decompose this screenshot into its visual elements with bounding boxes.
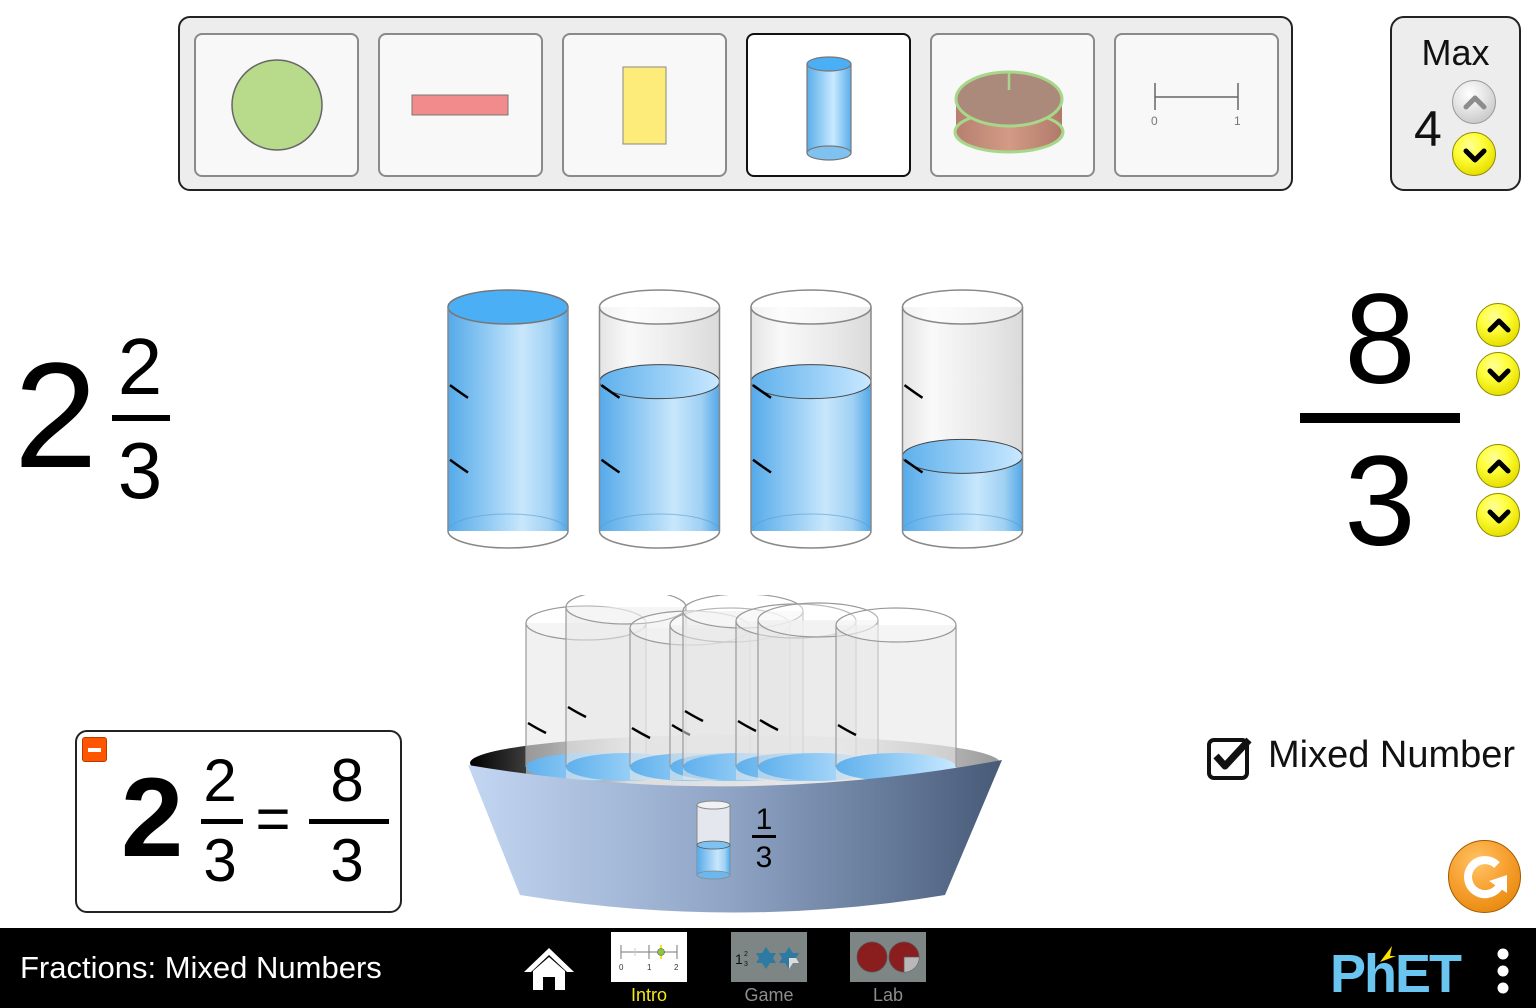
screen-tab-game[interactable]: 1 2 3 Game bbox=[731, 930, 807, 1008]
screen-tab-game-label: Game bbox=[744, 985, 794, 1005]
screen-tab-intro[interactable]: 0 1 2 Intro bbox=[611, 930, 687, 1008]
navigation-bar: Fractions: Mixed Numbers 0 1 2 Intro 1 2 bbox=[0, 928, 1536, 1008]
mixed-number-label[interactable]: Mixed Number bbox=[1268, 734, 1515, 777]
play-area: 0 1 Max 4 2 2 3 8 3 1 3 2 2 3 = 8 3 Mixe… bbox=[0, 0, 1536, 928]
piece-bucket: 1 3 bbox=[468, 595, 1002, 913]
equation-panel: 2 2 3 = 8 3 bbox=[75, 730, 402, 913]
svg-text:2: 2 bbox=[744, 951, 748, 958]
container-water bbox=[448, 307, 568, 531]
improper-numerator: 8 bbox=[1344, 268, 1416, 411]
intro-thumb-label-1: 1 bbox=[647, 963, 652, 972]
bucket-piece-8[interactable] bbox=[835, 607, 957, 781]
phet-logo: PhET bbox=[1330, 944, 1464, 998]
numerator-increment-button[interactable] bbox=[1476, 303, 1520, 347]
representation-panel: 0 1 bbox=[178, 16, 1293, 191]
screen-tab-intro-label: Intro bbox=[630, 985, 668, 1005]
intro-thumb-label-2: 2 bbox=[674, 963, 679, 972]
mixed-numerator: 2 bbox=[117, 322, 163, 411]
phet-menu-button[interactable] bbox=[1490, 946, 1516, 996]
max-value: 4 bbox=[1414, 101, 1442, 157]
sim-title: Fractions: Mixed Numbers bbox=[20, 950, 382, 985]
representation-vertical-bar-button[interactable] bbox=[562, 33, 727, 177]
bucket-piece-bar bbox=[752, 835, 776, 838]
beaker-icon bbox=[806, 56, 852, 161]
equation-rhs-numerator: 8 bbox=[330, 747, 364, 814]
game-screen-icon: 1 2 3 bbox=[731, 932, 807, 982]
mixed-denominator: 3 bbox=[117, 426, 163, 515]
intro-thumb-label-0: 0 bbox=[619, 963, 624, 972]
vertical-bar-icon bbox=[622, 66, 667, 145]
representation-cake-button[interactable] bbox=[930, 33, 1095, 177]
horizontal-bar-icon bbox=[411, 94, 509, 116]
number-line-label-1: 1 bbox=[1234, 114, 1241, 128]
screen-tab-lab[interactable]: Lab bbox=[850, 930, 926, 1008]
more-options-icon bbox=[1497, 948, 1509, 994]
max-panel: Max 4 bbox=[1390, 16, 1521, 191]
container-4[interactable] bbox=[901, 289, 1024, 549]
improper-denominator: 3 bbox=[1344, 430, 1416, 573]
containers-area bbox=[447, 289, 1024, 549]
svg-text:3: 3 bbox=[744, 961, 748, 968]
max-increment-button[interactable] bbox=[1452, 80, 1496, 124]
representation-circle-button[interactable] bbox=[194, 33, 359, 177]
phet-brand-text: PhET bbox=[1330, 944, 1462, 998]
container-water bbox=[599, 381, 720, 531]
chevron-down-icon bbox=[1487, 509, 1511, 524]
screen-tab-lab-label: Lab bbox=[872, 985, 904, 1005]
mixed-whole-number: 2 bbox=[14, 331, 98, 499]
max-label: Max bbox=[1421, 32, 1490, 73]
container-2[interactable] bbox=[598, 289, 721, 549]
lab-screen-icon bbox=[850, 932, 926, 982]
equation-rhs-denominator: 3 bbox=[330, 827, 364, 894]
number-line-label-0: 0 bbox=[1151, 114, 1158, 128]
chevron-up-icon bbox=[1463, 95, 1487, 110]
representation-horizontal-bar-button[interactable] bbox=[378, 33, 543, 177]
cake-icon bbox=[953, 70, 1065, 154]
container-water bbox=[751, 381, 871, 531]
chevron-up-icon bbox=[1487, 459, 1511, 474]
numerator-decrement-button[interactable] bbox=[1476, 352, 1520, 396]
collapse-equation-button[interactable] bbox=[82, 737, 107, 762]
bucket-piece-numerator: 1 bbox=[756, 803, 773, 836]
equation-numerator: 2 bbox=[203, 747, 237, 814]
equation-right-bar bbox=[309, 819, 389, 824]
game-thumb-text: 1 bbox=[735, 951, 743, 967]
denominator-decrement-button[interactable] bbox=[1476, 493, 1520, 537]
equation-equals: = bbox=[255, 785, 291, 852]
number-line-icon: 0 1 bbox=[1151, 83, 1241, 128]
home-button[interactable] bbox=[522, 944, 576, 994]
mixed-number-checkbox[interactable] bbox=[1205, 734, 1257, 782]
bucket-piece-denominator: 3 bbox=[756, 841, 773, 874]
equation-whole: 2 bbox=[121, 755, 184, 880]
equation-left-bar bbox=[201, 819, 243, 824]
checkbox-checked-icon bbox=[1207, 737, 1252, 780]
home-icon bbox=[524, 948, 574, 990]
intro-screen-icon: 0 1 2 bbox=[611, 932, 687, 982]
representation-beaker-button[interactable] bbox=[746, 33, 911, 177]
mixed-fraction-bar bbox=[112, 415, 170, 421]
representation-number-line-button[interactable]: 0 1 bbox=[1114, 33, 1279, 177]
chevron-down-icon bbox=[1463, 148, 1487, 163]
chevron-up-icon bbox=[1487, 318, 1511, 333]
reset-all-button[interactable] bbox=[1448, 840, 1521, 913]
reset-icon bbox=[1464, 856, 1507, 899]
improper-fraction-bar bbox=[1300, 413, 1460, 423]
chevron-down-icon bbox=[1487, 368, 1511, 383]
container-1[interactable] bbox=[447, 289, 569, 549]
max-decrement-button[interactable] bbox=[1452, 132, 1496, 176]
denominator-increment-button[interactable] bbox=[1476, 444, 1520, 488]
equation-denominator: 3 bbox=[203, 827, 237, 894]
container-3[interactable] bbox=[750, 289, 872, 549]
piece-beaker-icon bbox=[696, 800, 731, 880]
circle-icon bbox=[231, 59, 323, 151]
